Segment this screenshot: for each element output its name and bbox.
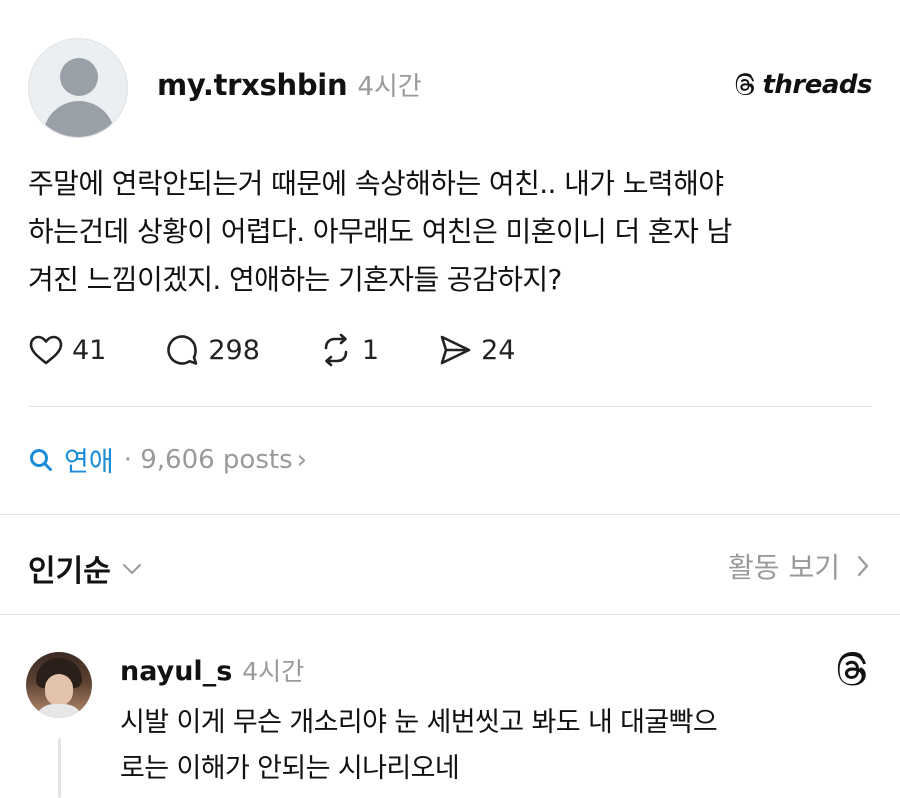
post-actions: 41 298 1 24 — [28, 330, 573, 370]
threads-logo-icon — [736, 73, 755, 96]
threads-brand: threads — [732, 70, 872, 100]
reply-avatar[interactable] — [26, 652, 92, 718]
reply-line: 로는 이해가 안되는 시나리오네 — [120, 753, 460, 784]
sort-label: 인기순 — [28, 554, 111, 589]
avatar[interactable] — [28, 38, 128, 138]
threads-wordmark: threads — [762, 70, 872, 100]
post-line: 주말에 연락안되는거 때문에 속상해하는 여친.. 내가 노력해야 — [28, 167, 724, 200]
sort-dropdown[interactable]: 인기순 — [28, 546, 143, 590]
threads-logo-icon[interactable] — [832, 650, 872, 690]
repost-icon — [324, 333, 348, 367]
avatar-placeholder-head — [60, 58, 98, 96]
repost-count: 1 — [361, 334, 380, 366]
share-icon — [440, 335, 471, 365]
chevron-right-icon: › — [296, 444, 308, 475]
reply-username[interactable]: nayul_s — [120, 656, 232, 687]
heart-icon — [29, 335, 63, 365]
divider — [28, 406, 872, 407]
share-count: 24 — [481, 334, 516, 366]
reply-line: 시발 이게 무슨 개소리야 눈 세번씻고 봐도 내 대굴빡으 — [120, 707, 718, 738]
like-count: 41 — [72, 334, 107, 366]
section-divider — [0, 614, 900, 615]
reply-body: 시발 이게 무슨 개소리야 눈 세번씻고 봐도 내 대굴빡으 로는 이해가 안되… — [120, 700, 890, 792]
post-time: 4시간 — [357, 72, 422, 102]
avatar-collar — [34, 704, 84, 718]
topic-name: 연애 — [64, 447, 114, 478]
post-body: 주말에 연락안되는거 때문에 속상해하는 여친.. 내가 노력해야 하는건데 상… — [28, 160, 878, 304]
section-divider — [0, 514, 900, 515]
thread-line — [58, 738, 61, 798]
post-line: 하는건데 상황이 어렵다. 아무래도 여친은 미혼이니 더 혼자 남 — [28, 215, 732, 248]
view-activity-link[interactable]: 활동 보기 — [728, 546, 872, 586]
avatar-face — [45, 674, 73, 706]
reply-time: 4시간 — [242, 657, 305, 686]
view-activity-label: 활동 보기 — [728, 551, 840, 584]
comment-button[interactable]: 298 — [164, 332, 260, 368]
chevron-right-icon — [857, 555, 869, 577]
search-icon — [30, 448, 52, 471]
topic-link[interactable]: 연애 · 9,606 posts › — [28, 440, 307, 479]
post-line: 겨진 느낌이겠지. 연애하는 기혼자들 공감하지? — [28, 263, 562, 296]
post-header: my.trxshbin 4시간 — [157, 66, 422, 103]
chevron-down-icon — [122, 564, 141, 574]
comment-icon — [167, 335, 198, 365]
share-button[interactable]: 24 — [437, 332, 515, 368]
repost-button[interactable]: 1 — [318, 332, 379, 368]
post-username[interactable]: my.trxshbin — [157, 68, 348, 102]
like-button[interactable]: 41 — [28, 332, 106, 368]
topic-post-count: · 9,606 posts — [123, 444, 293, 475]
avatar-placeholder-body — [43, 101, 115, 137]
comment-count: 298 — [208, 334, 260, 366]
reply-header: nayul_s 4시간 — [120, 652, 304, 688]
